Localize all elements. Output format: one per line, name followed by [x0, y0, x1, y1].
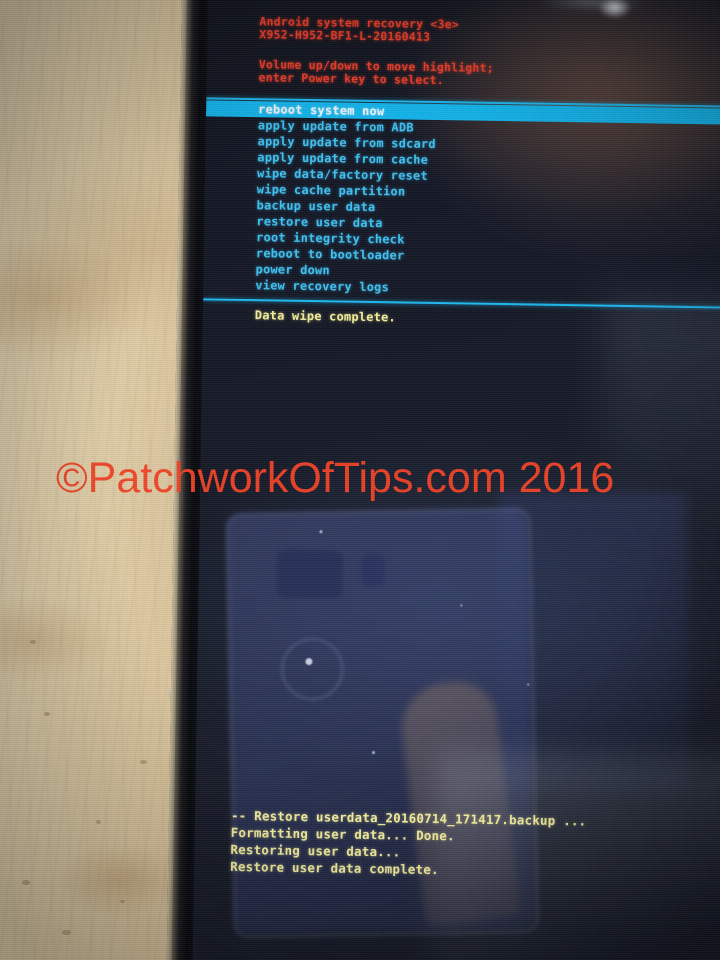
wood-speck	[44, 712, 50, 716]
recovery-log-output: -- Restore userdata_20160714_171417.back…	[230, 807, 720, 883]
menu-item-label: restore user data	[256, 214, 383, 231]
status-message-data-wipe: Data wipe complete.	[254, 308, 397, 325]
recovery-instruction-line-2: enter Power key to select.	[258, 70, 444, 88]
menu-item-label: view recovery logs	[255, 278, 390, 295]
menu-item-label: reboot system now	[257, 102, 385, 119]
photograph-of-phone-recovery-screen: Android system recovery <3e> X952-H952-B…	[0, 0, 720, 960]
wood-speck	[30, 640, 36, 644]
wood-speck	[140, 760, 147, 764]
recovery-menu: reboot system now apply update from ADB …	[203, 100, 720, 300]
wood-speck	[96, 820, 101, 824]
menu-item-label: power down	[255, 262, 330, 278]
wood-speck	[62, 930, 71, 935]
watermark: ©PatchworkOfTips.com 2016	[56, 454, 615, 502]
recovery-build-string: X952-H952-BF1-L-20160413	[259, 27, 431, 44]
menu-item-label: backup user data	[256, 198, 376, 215]
wood-speck	[120, 900, 125, 903]
wood-speck	[22, 880, 30, 885]
